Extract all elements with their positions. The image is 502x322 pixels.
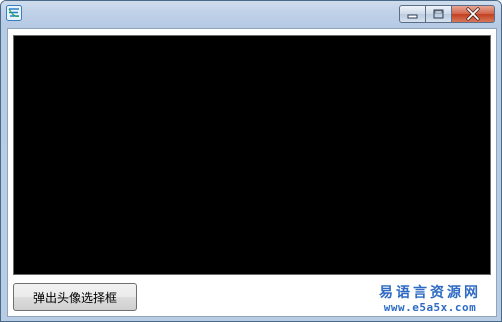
video-viewport[interactable] (13, 35, 491, 275)
maximize-button[interactable] (426, 5, 452, 23)
watermark: 易语言资源网 www.e5a5x.com (370, 285, 490, 315)
close-icon (466, 7, 480, 21)
app-window: 弹出头像选择框 易语言资源网 www.e5a5x.com (0, 0, 502, 322)
caption-buttons (399, 5, 495, 23)
maximize-icon (433, 9, 444, 19)
select-avatar-button[interactable]: 弹出头像选择框 (13, 283, 137, 311)
watermark-title: 易语言资源网 (379, 285, 481, 301)
close-button[interactable] (452, 5, 495, 23)
client-area: 弹出头像选择框 易语言资源网 www.e5a5x.com (7, 28, 497, 317)
title-bar[interactable] (1, 1, 501, 28)
app-logo-icon[interactable] (6, 5, 22, 21)
minimize-icon (407, 14, 418, 19)
watermark-url: www.e5a5x.com (383, 301, 477, 314)
minimize-button[interactable] (399, 5, 426, 23)
